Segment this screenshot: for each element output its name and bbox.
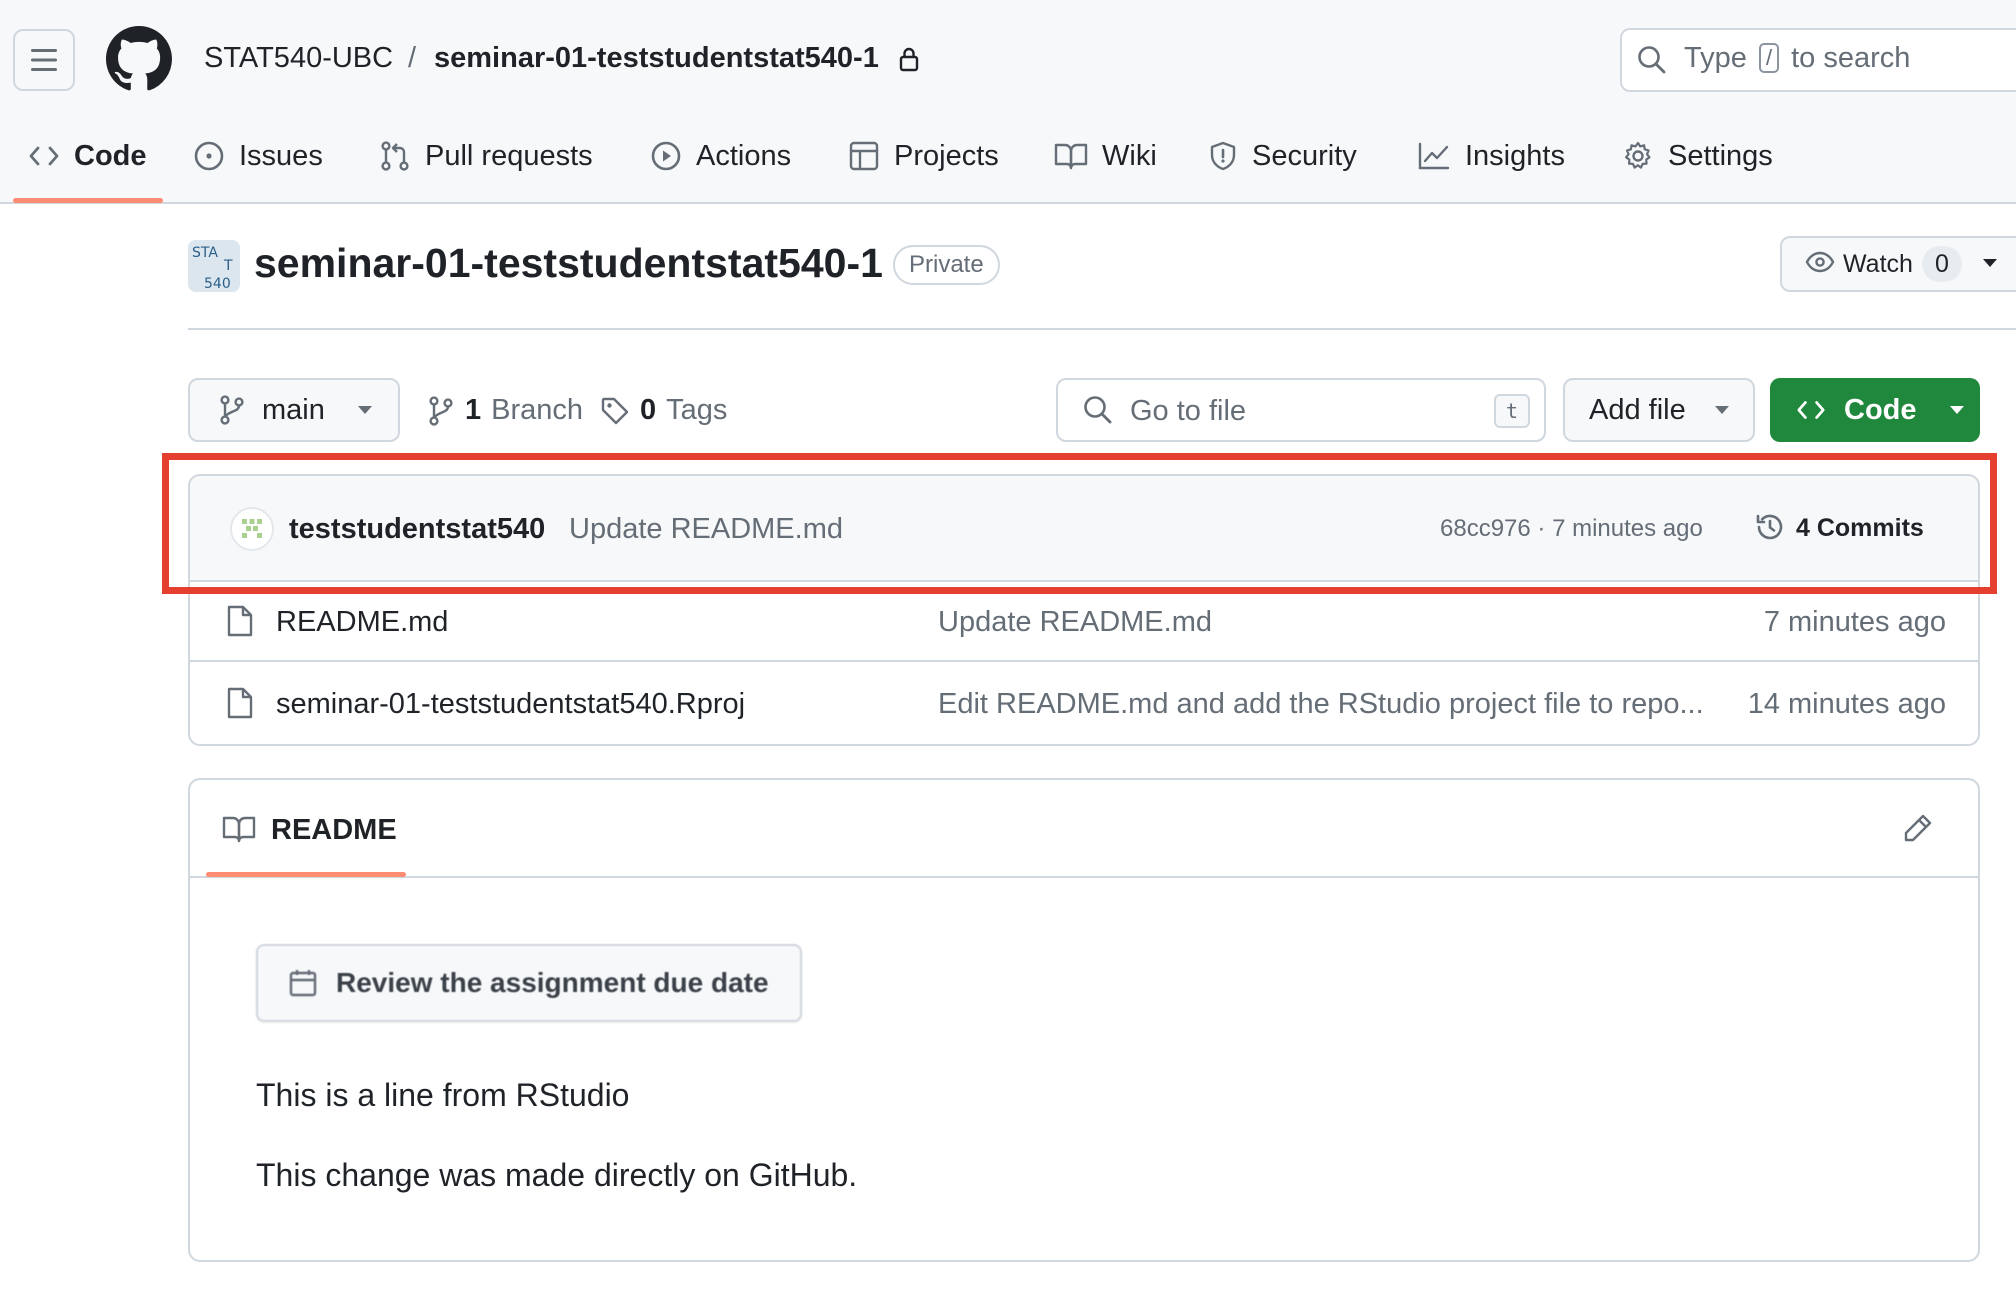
breadcrumb-owner-link[interactable]: STAT540-UBC	[204, 42, 393, 75]
readme-tab-indicator	[206, 872, 406, 877]
hamburger-icon	[31, 49, 57, 71]
tab-issues[interactable]: Issues	[193, 136, 323, 176]
code-icon	[29, 146, 59, 166]
tags-link[interactable]: 0 Tags	[600, 394, 727, 427]
calendar-icon	[289, 970, 317, 997]
graph-icon	[1418, 142, 1450, 170]
book-icon	[222, 814, 256, 844]
search-icon	[1636, 44, 1668, 76]
tab-pull-requests[interactable]: Pull requests	[379, 136, 593, 176]
chevron-down-icon[interactable]	[1982, 258, 1998, 268]
tab-settings[interactable]: Settings	[1622, 136, 1773, 176]
visibility-badge: Private	[893, 245, 1000, 285]
chevron-down-icon	[357, 406, 372, 414]
tab-pull-requests-label: Pull requests	[425, 139, 593, 172]
pencil-icon[interactable]	[1902, 812, 1934, 844]
shield-icon	[1210, 141, 1236, 171]
branches-link[interactable]: 1 Branch	[427, 394, 583, 427]
tab-wiki-label: Wiki	[1102, 139, 1157, 172]
search-icon	[1082, 394, 1114, 426]
readme-paragraph: This change was made directly on GitHub.	[256, 1157, 858, 1193]
readme-paragraph: This is a line from RStudio	[256, 1077, 630, 1113]
tab-wiki[interactable]: Wiki	[1054, 136, 1157, 176]
file-commit-message-link[interactable]: Update README.md	[938, 606, 1212, 639]
file-name-link[interactable]: seminar-01-teststudentstat540.Rproj	[276, 688, 745, 721]
assignment-due-date-label: Review the assignment due date	[336, 967, 769, 998]
file-commit-time: 7 minutes ago	[1763, 606, 1946, 638]
tab-security[interactable]: Security	[1208, 136, 1357, 176]
git-branch-icon	[220, 395, 244, 425]
branch-select-button[interactable]: main	[188, 378, 400, 442]
table-icon	[849, 141, 879, 171]
github-logo-icon[interactable]	[106, 26, 172, 92]
git-branch-icon	[429, 395, 453, 426]
watch-counter: 0	[1922, 246, 1962, 282]
code-button-label: Code	[1844, 393, 1917, 426]
issue-opened-icon	[194, 141, 224, 171]
chevron-down-icon	[1714, 406, 1729, 414]
tab-settings-label: Settings	[1668, 139, 1773, 172]
file-commit-message-link[interactable]: Edit README.md and add the RStudio proje…	[938, 688, 1704, 721]
repo-title[interactable]: seminar-01-teststudentstat540-1	[254, 240, 883, 287]
file-row: seminar-01-teststudentstat540.Rproj Edit…	[190, 664, 1978, 744]
watch-label: Watch	[1843, 250, 1913, 278]
play-icon	[651, 141, 681, 171]
title-divider	[188, 328, 2016, 330]
annotation-highlight-box	[162, 453, 1997, 594]
go-to-file-shortcut-key: t	[1494, 394, 1530, 428]
file-name-link[interactable]: README.md	[276, 606, 448, 639]
avatar-text-line-2: T	[223, 258, 233, 274]
tab-code-label: Code	[74, 139, 147, 172]
tab-insights[interactable]: Insights	[1417, 136, 1565, 176]
avatar-text-line-1: STA	[192, 245, 218, 261]
code-button[interactable]: Code	[1770, 378, 1980, 442]
tab-insights-label: Insights	[1465, 139, 1565, 172]
file-row: README.md Update README.md 7 minutes ago	[190, 582, 1978, 662]
file-icon	[226, 686, 254, 720]
add-file-label: Add file	[1589, 393, 1686, 426]
branch-count: 1	[465, 394, 482, 426]
gear-icon	[1625, 141, 1651, 169]
branch-name: main	[262, 393, 325, 426]
tab-issues-label: Issues	[239, 139, 323, 172]
breadcrumb-repo-link[interactable]: seminar-01-teststudentstat540-1	[434, 42, 879, 75]
repo-owner-avatar[interactable]: STA T 540	[188, 240, 240, 292]
tab-actions[interactable]: Actions	[650, 136, 791, 176]
tab-code[interactable]: Code	[28, 136, 147, 176]
avatar-text-line-3: 540	[204, 276, 231, 292]
tab-projects[interactable]: Projects	[848, 136, 999, 176]
assignment-due-date-button[interactable]: Review the assignment due date	[256, 944, 802, 1022]
search-prefix: Type	[1684, 42, 1747, 74]
search-suffix: to search	[1791, 42, 1911, 74]
file-icon	[226, 604, 254, 638]
readme-tab[interactable]: README	[271, 814, 397, 847]
tag-count: 0	[640, 394, 657, 426]
code-icon	[1797, 401, 1825, 419]
tag-word: Tags	[666, 394, 728, 426]
menu-button[interactable]	[13, 29, 75, 91]
search-shortcut-key: /	[1758, 43, 1780, 73]
tab-selected-indicator	[13, 198, 163, 203]
tab-projects-label: Projects	[894, 139, 999, 172]
readme-header-divider	[190, 876, 1978, 878]
breadcrumb-separator: /	[408, 42, 417, 74]
chevron-down-icon	[1949, 406, 1964, 414]
tab-actions-label: Actions	[696, 139, 792, 172]
file-commit-time: 14 minutes ago	[1747, 688, 1946, 720]
tab-security-label: Security	[1252, 139, 1357, 172]
git-pull-request-icon	[381, 141, 409, 171]
tag-icon	[601, 397, 629, 424]
lock-icon	[898, 46, 920, 72]
go-to-file-placeholder: Go to file	[1130, 395, 1247, 427]
eye-icon	[1805, 251, 1835, 273]
add-file-button[interactable]: Add file	[1563, 378, 1755, 442]
branch-word: Branch	[491, 394, 584, 426]
book-icon	[1054, 143, 1088, 170]
global-search-placeholder: Type / to search	[1684, 42, 1910, 75]
